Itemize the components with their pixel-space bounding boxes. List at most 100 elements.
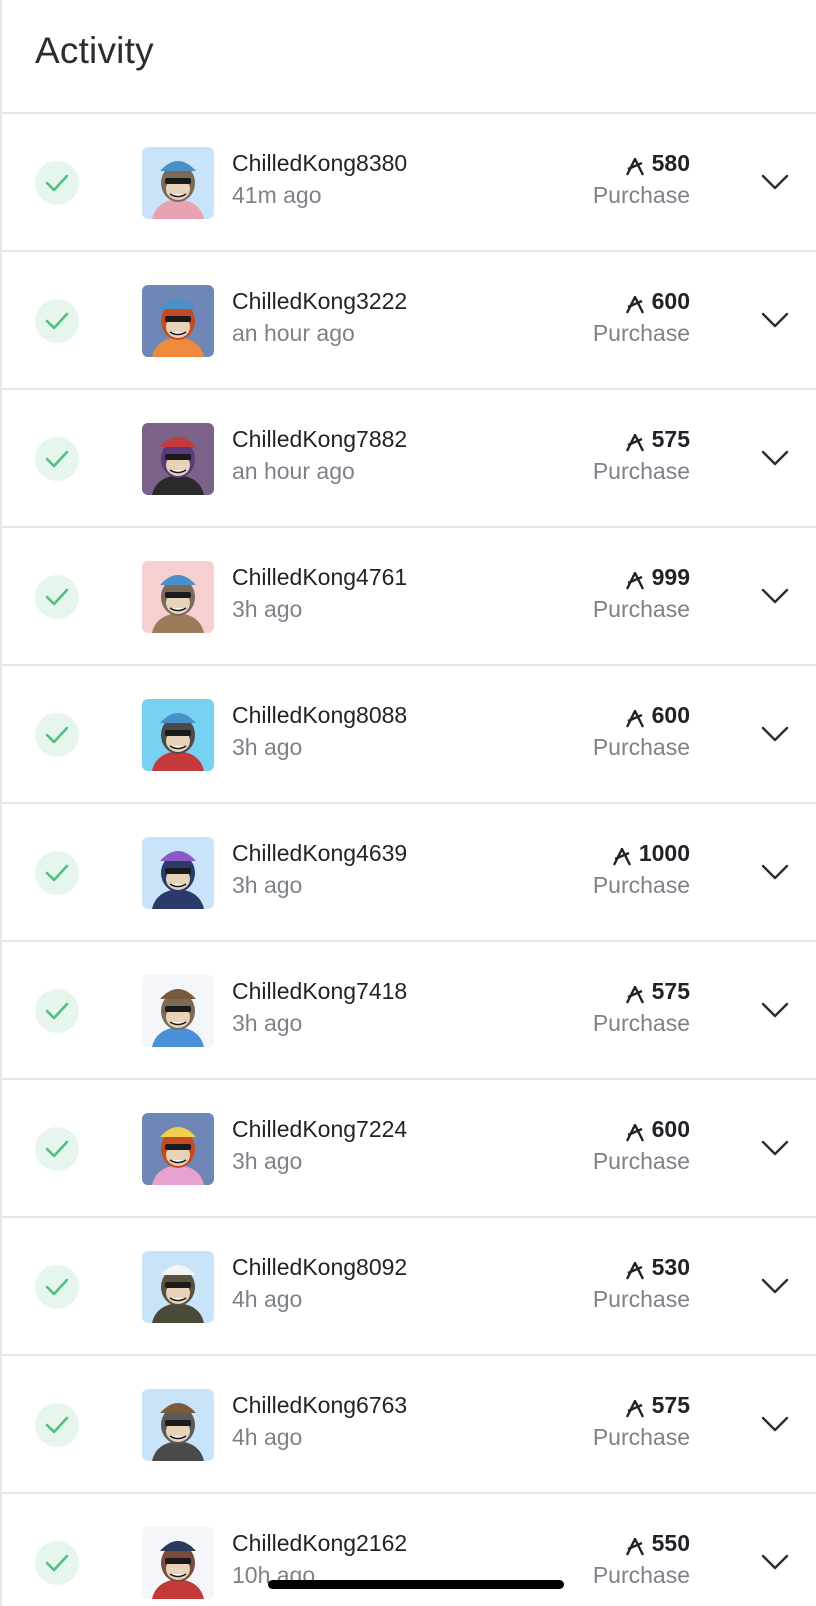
activity-row[interactable]: ChilledKong4761 3h ago 999 Purchase [2,528,816,666]
activity-type: Purchase [592,1010,690,1036]
check-icon [35,989,79,1033]
nft-avatar[interactable] [142,423,214,495]
algo-icon [625,983,644,1004]
activity-type: Purchase [592,1424,690,1450]
price: 575 [625,426,690,453]
nft-name[interactable]: ChilledKong7882 [232,426,407,453]
chevron-down-icon[interactable] [760,1550,790,1574]
algo-icon [612,845,631,866]
header: Activity [2,0,816,114]
activity-row[interactable]: ChilledKong8088 3h ago 600 Purchase [2,666,816,804]
activity-type: Purchase [592,458,690,484]
nft-avatar[interactable] [142,699,214,771]
activity-time: 3h ago [232,596,303,622]
algo-icon [625,569,644,590]
nft-name[interactable]: ChilledKong4761 [232,564,407,591]
algo-icon [625,293,644,314]
activity-row[interactable]: ChilledKong7224 3h ago 600 Purchase [2,1080,816,1218]
nft-avatar[interactable] [142,147,214,219]
check-icon [35,1541,79,1585]
chevron-down-icon[interactable] [760,170,790,194]
nft-name[interactable]: ChilledKong7224 [232,1116,407,1143]
nft-name[interactable]: ChilledKong7418 [232,978,407,1005]
activity-time: an hour ago [232,458,355,484]
chevron-down-icon[interactable] [760,1136,790,1160]
nft-avatar[interactable] [142,1113,214,1185]
nft-avatar[interactable] [142,837,214,909]
activity-time: 3h ago [232,734,303,760]
activity-row[interactable]: ChilledKong6763 4h ago 575 Purchase [2,1356,816,1494]
price-value: 1000 [638,840,690,866]
activity-row[interactable]: ChilledKong4639 3h ago 1000 Purchase [2,804,816,942]
nft-avatar[interactable] [142,1389,214,1461]
price: 600 [625,288,690,315]
price-value: 530 [651,1254,690,1280]
nft-name[interactable]: ChilledKong4639 [232,840,407,867]
activity-type: Purchase [592,1148,690,1174]
price: 600 [625,1116,690,1143]
activity-row[interactable]: ChilledKong8380 41m ago 580 Purchase [2,114,816,252]
nft-avatar[interactable] [142,285,214,357]
chevron-down-icon[interactable] [760,446,790,470]
activity-type: Purchase [592,596,690,622]
algo-icon [625,1121,644,1142]
nft-name[interactable]: ChilledKong6763 [232,1392,407,1419]
price-value: 580 [651,150,690,176]
price: 999 [625,564,690,591]
chevron-down-icon[interactable] [760,1412,790,1436]
nft-avatar[interactable] [142,1527,214,1599]
check-icon [35,1265,79,1309]
activity-type: Purchase [592,1562,690,1588]
activity-type: Purchase [592,872,690,898]
chevron-down-icon[interactable] [760,308,790,332]
chevron-down-icon[interactable] [760,860,790,884]
activity-row[interactable]: ChilledKong3222 an hour ago 600 Purchase [2,252,816,390]
check-icon [35,299,79,343]
check-icon [35,575,79,619]
activity-page: Activity ChilledKong8380 41m ago 580 Purcha… [0,0,816,1606]
price: 575 [625,1392,690,1419]
activity-row[interactable]: ChilledKong7882 an hour ago 575 Purchase [2,390,816,528]
activity-time: 4h ago [232,1424,303,1450]
activity-time: 3h ago [232,872,303,898]
activity-time: an hour ago [232,320,355,346]
activity-type: Purchase [592,734,690,760]
activity-row[interactable]: ChilledKong8092 4h ago 530 Purchase [2,1218,816,1356]
nft-avatar[interactable] [142,1251,214,1323]
nft-name[interactable]: ChilledKong3222 [232,288,407,315]
price: 1000 [612,840,690,867]
activity-time: 3h ago [232,1148,303,1174]
nft-name[interactable]: ChilledKong8088 [232,702,407,729]
chevron-down-icon[interactable] [760,998,790,1022]
chevron-down-icon[interactable] [760,1274,790,1298]
algo-icon [625,155,644,176]
price-value: 550 [651,1530,690,1556]
algo-icon [625,1397,644,1418]
price-value: 999 [651,564,690,590]
nft-avatar[interactable] [142,975,214,1047]
activity-row[interactable]: ChilledKong7418 3h ago 575 Purchase [2,942,816,1080]
chevron-down-icon[interactable] [760,584,790,608]
price: 550 [625,1530,690,1557]
price-value: 600 [651,702,690,728]
activity-row[interactable]: ChilledKong2162 10h ago 550 Purchase [2,1494,816,1606]
nft-name[interactable]: ChilledKong8092 [232,1254,407,1281]
check-icon [35,713,79,757]
algo-icon [625,1535,644,1556]
chevron-down-icon[interactable] [760,722,790,746]
nft-avatar[interactable] [142,561,214,633]
check-icon [35,1127,79,1171]
home-indicator[interactable] [268,1580,564,1589]
price-value: 600 [651,1116,690,1142]
price: 530 [625,1254,690,1281]
price-value: 575 [651,978,690,1004]
algo-icon [625,707,644,728]
algo-icon [625,1259,644,1280]
activity-list: ChilledKong8380 41m ago 580 Purchase Chilled… [2,114,816,1606]
activity-time: 41m ago [232,182,322,208]
activity-time: 4h ago [232,1286,303,1312]
nft-name[interactable]: ChilledKong2162 [232,1530,407,1557]
check-icon [35,437,79,481]
check-icon [35,851,79,895]
nft-name[interactable]: ChilledKong8380 [232,150,407,177]
